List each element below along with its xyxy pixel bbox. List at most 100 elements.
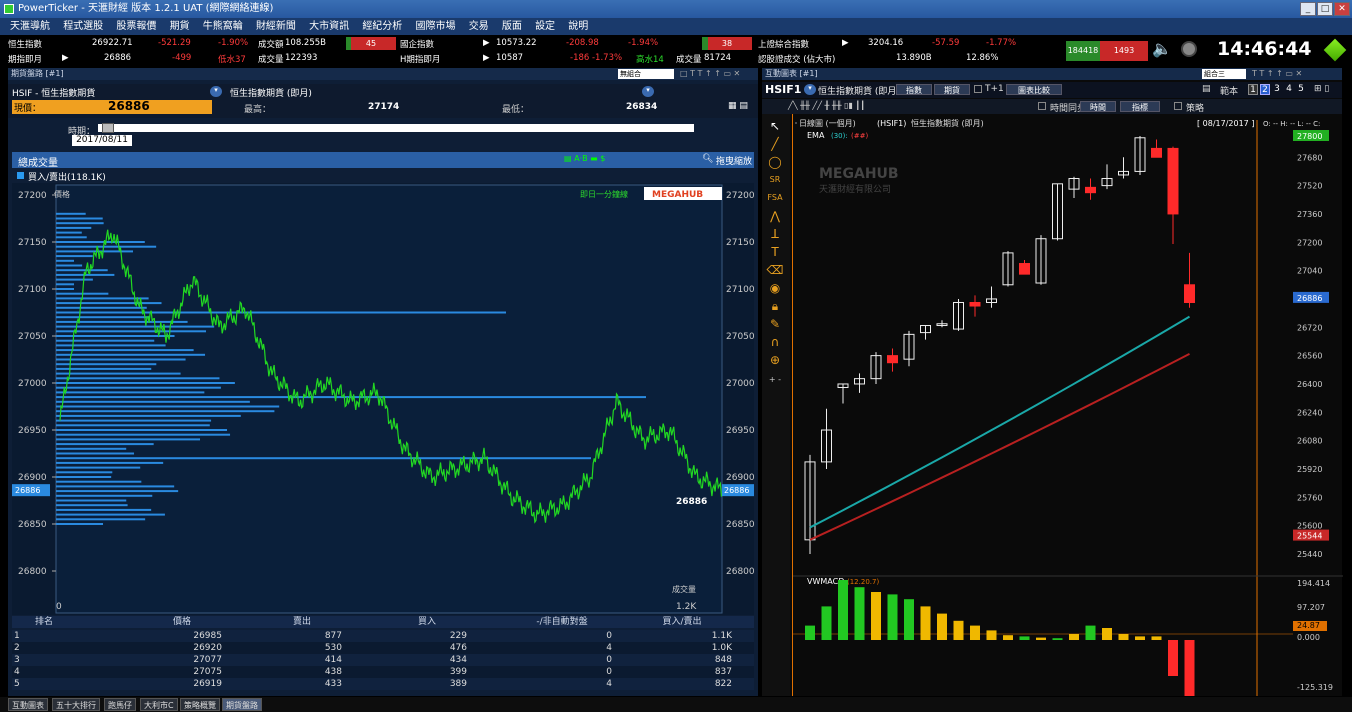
volume-bar <box>56 349 194 352</box>
pencil-icon[interactable]: ✎ <box>766 316 784 332</box>
page-button[interactable]: 3 <box>1272 84 1282 95</box>
macd-bar <box>1184 640 1195 712</box>
table-cell: 0 <box>606 631 612 641</box>
dropdown-icon[interactable]: ▾ <box>642 86 654 97</box>
column-header[interactable]: -/非自動對盤 <box>512 616 612 628</box>
macd-bar <box>1118 634 1129 640</box>
combo-select[interactable]: 無組合 <box>618 69 674 79</box>
date-slider[interactable] <box>98 123 694 133</box>
menu-item[interactable]: 說明 <box>568 21 588 32</box>
lock-icon[interactable]: 🔒︎ <box>766 298 784 314</box>
menu-item[interactable]: 大市資訊 <box>309 21 349 32</box>
menu-item[interactable]: 牛熊窩輪 <box>203 21 243 32</box>
tab-ticker-tape[interactable]: 跑馬仔 <box>104 698 136 711</box>
tab-dalishi[interactable]: 大利市C <box>140 698 178 711</box>
table-row[interactable]: 2 26920 530 476 4 1.0K <box>12 642 754 654</box>
menu-item[interactable]: 天滙導航 <box>10 21 50 32</box>
layout-icons[interactable]: ⊞ ▯ <box>1314 84 1329 94</box>
chart-type-icons[interactable]: ╱╲ ╫╫ ╱╱ ╫ ╫╫ ▯▮ ┃┃ <box>788 101 865 110</box>
column-header[interactable]: 排名 <box>14 616 74 628</box>
sr-tool-icon[interactable]: SR <box>766 172 784 188</box>
dropdown-icon[interactable]: ▾ <box>804 84 816 95</box>
strategy-checkbox[interactable] <box>1174 102 1182 110</box>
tab-top50[interactable]: 五十大排行 <box>52 698 100 711</box>
table-row[interactable]: 5 26919 433 389 4 822 <box>12 678 754 690</box>
column-header[interactable]: 買入/賣出 <box>632 616 732 628</box>
table-cell: 5 <box>14 679 20 689</box>
column-header[interactable]: 買入 <box>387 616 467 628</box>
toolbar-icons[interactable]: ▦ ▤ <box>728 101 748 111</box>
speaker-icon[interactable]: 🔈 <box>1152 39 1172 58</box>
menu-item[interactable]: 設定 <box>535 21 555 32</box>
volume-bar <box>56 316 150 319</box>
fan-tool-icon[interactable]: ⋀ <box>766 208 784 224</box>
table-cell: 0 <box>606 667 612 677</box>
time-sync-checkbox[interactable] <box>1038 102 1046 110</box>
macd-bar <box>838 580 848 640</box>
column-header[interactable]: 賣出 <box>262 616 342 628</box>
table-row[interactable]: 3 27077 414 434 0 848 <box>12 654 754 666</box>
compare-button[interactable]: 圖表比較 <box>1006 84 1062 95</box>
ellipse-tool-icon[interactable]: ◯ <box>766 154 784 170</box>
index-button[interactable]: 指數 <box>896 84 932 95</box>
futures-button[interactable]: 期貨 <box>934 84 970 95</box>
contract-name: 恒生指數期貨 (即月) <box>230 89 312 99</box>
menu-item[interactable]: 程式選股 <box>63 21 103 32</box>
cursor-icon[interactable]: ↖ <box>766 118 784 134</box>
eraser-icon[interactable]: ⌫ <box>766 262 784 278</box>
more-icon[interactable]: + - <box>766 372 784 388</box>
page-button[interactable]: 2 <box>1260 84 1270 95</box>
text-tool-icon[interactable]: T <box>766 244 784 260</box>
volume-bar <box>56 306 147 309</box>
table-row[interactable]: 4 27075 438 399 0 837 <box>12 666 754 678</box>
fsa-tool-icon[interactable]: FSA <box>766 190 784 206</box>
volume-bar <box>56 400 250 403</box>
candle-body <box>1167 147 1179 215</box>
menu-item[interactable]: 國際市場 <box>416 21 456 32</box>
chart-tools[interactable]: ▤ A·B ▬ $ <box>564 154 605 163</box>
minimize-button[interactable]: _ <box>1300 2 1316 16</box>
channel-tool-icon[interactable]: ꓕ <box>766 226 784 242</box>
time-button[interactable]: 時間 <box>1080 101 1116 112</box>
page-button[interactable]: 5 <box>1296 84 1306 95</box>
maximize-button[interactable]: □ <box>1317 2 1333 16</box>
toolbar-icons[interactable]: ▤ <box>1202 84 1211 94</box>
menu-item[interactable]: 交易 <box>469 21 489 32</box>
symbol-label: HSIF - 恒生指數期貨 <box>12 89 96 99</box>
dropdown-icon[interactable]: ▾ <box>210 86 222 97</box>
menu-item[interactable]: 經紀分析 <box>362 21 402 32</box>
record-icon[interactable] <box>1181 41 1197 57</box>
menu-item[interactable]: 股票報價 <box>116 21 156 32</box>
zoom-icon[interactable]: ⊕ <box>766 352 784 368</box>
cube-icon[interactable] <box>1323 38 1347 62</box>
eye-icon[interactable]: ◉ <box>766 280 784 296</box>
close-button[interactable]: ✕ <box>1334 2 1350 16</box>
tab-interactive-chart[interactable]: 互動圖表 <box>8 698 48 711</box>
tab-futures-panel[interactable]: 期貨盤路 <box>222 698 262 711</box>
menu-item[interactable]: 期貨 <box>170 21 190 32</box>
ticker-label: 國企指數 <box>400 40 435 50</box>
t1-checkbox[interactable] <box>974 85 982 93</box>
ticker-value: 10587 <box>496 53 524 63</box>
page-button[interactable]: 4 <box>1284 84 1294 95</box>
combo-select[interactable]: 組合三 <box>1202 69 1246 79</box>
zoom-label[interactable]: 拖曳縮放 <box>716 154 752 167</box>
line-tool-icon[interactable]: ╱ <box>766 136 784 152</box>
zoom-icon[interactable]: 🔍︎ <box>702 154 713 164</box>
table-cell: 837 <box>714 667 732 677</box>
page-button[interactable]: 1 <box>1248 84 1258 95</box>
x-tick-label: 0 <box>56 602 62 612</box>
watermark-brand: MEGAHUB <box>819 166 899 182</box>
template-label[interactable]: 範本 <box>1220 84 1238 97</box>
magnet-icon[interactable]: ∩ <box>766 334 784 350</box>
table-row[interactable]: 1 26985 877 229 0 1.1K <box>12 630 754 642</box>
column-header[interactable]: 價格 <box>142 616 222 628</box>
panel-tools[interactable]: □ T T ↑ ↑ ▭ ✕ <box>680 68 740 80</box>
menu-item[interactable]: 版面 <box>502 21 522 32</box>
volume-profile-chart: 27200 27200 27150 27150 27100 27100 27050 27050… <box>12 183 755 615</box>
menu-item[interactable]: 財經新聞 <box>256 21 296 32</box>
panel-tools[interactable]: T T ↑ ↑ ▭ ✕ <box>1252 68 1302 80</box>
slider-handle[interactable] <box>102 123 114 133</box>
tab-strategy[interactable]: 策略概覽 <box>180 698 220 711</box>
indicator-button[interactable]: 指標 <box>1120 101 1160 112</box>
